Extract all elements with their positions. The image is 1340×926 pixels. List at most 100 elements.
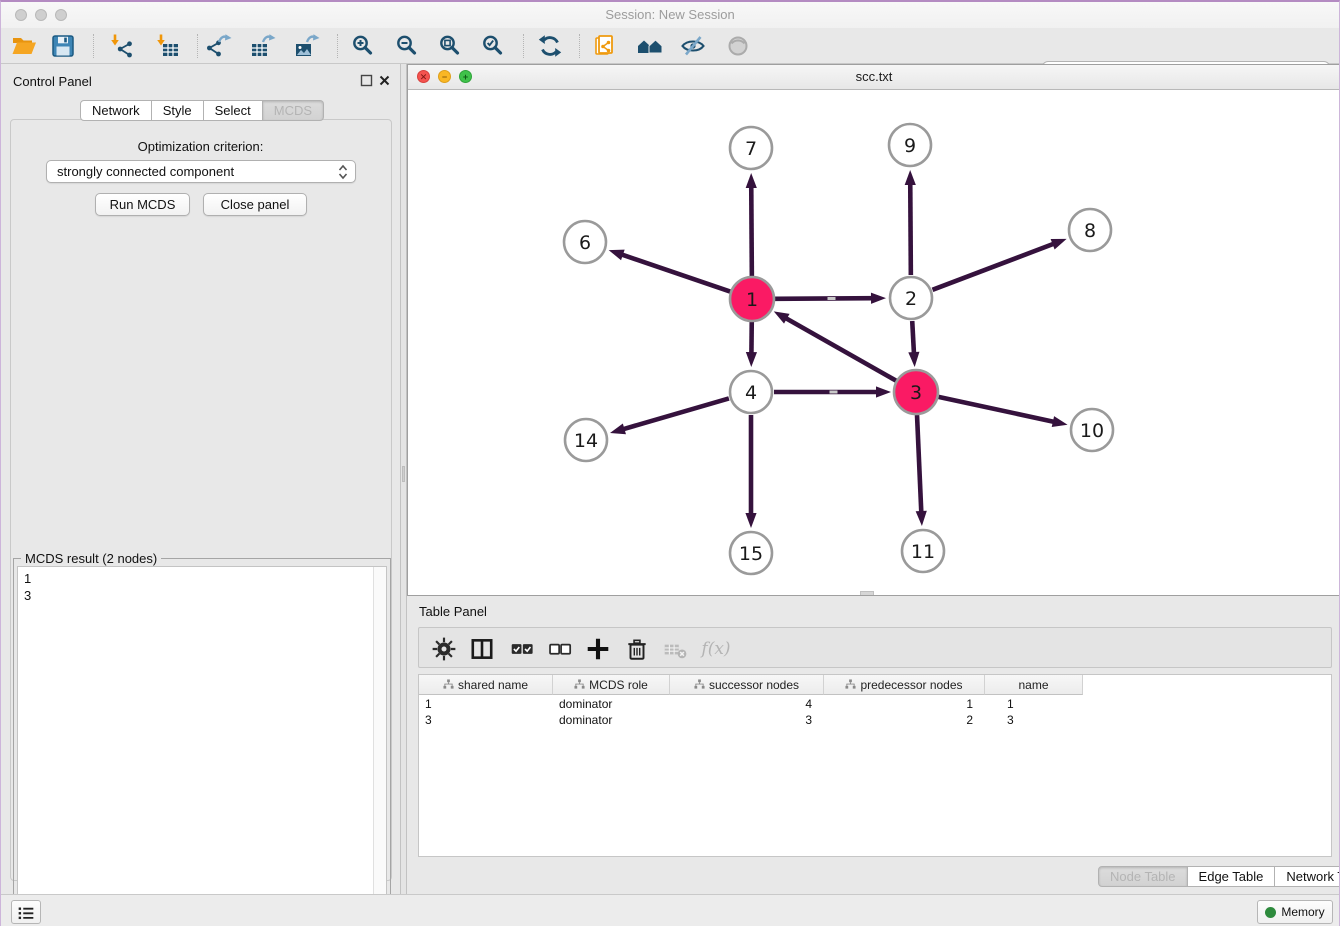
edge-arrowhead — [905, 170, 916, 185]
table-cell[interactable]: 1 — [985, 696, 1083, 712]
run-mcds-button[interactable]: Run MCDS — [95, 193, 190, 216]
node-label: 2 — [905, 288, 917, 310]
table-settings-gear-icon[interactable] — [431, 636, 457, 662]
close-panel-icon[interactable] — [378, 74, 391, 87]
edge-arrowhead — [1052, 416, 1068, 427]
graph-node-15[interactable]: 15 — [730, 532, 772, 574]
column-header-label: shared name — [458, 678, 528, 692]
network-window-titlebar[interactable]: ✕ − + scc.txt — [408, 65, 1340, 90]
graph-node-14[interactable]: 14 — [565, 419, 607, 461]
network-bottom-grip[interactable] — [860, 591, 874, 595]
graph-edge-2-9[interactable] — [905, 170, 916, 275]
table-row[interactable]: 3dominator323 — [419, 712, 1083, 728]
column-header-shared-name[interactable]: shared name — [419, 675, 553, 695]
zoom-selected-icon[interactable] — [479, 32, 507, 60]
column-type-icon — [845, 679, 856, 690]
graph-node-8[interactable]: 8 — [1069, 209, 1111, 251]
tab-network-table[interactable]: Network Table — [1275, 866, 1340, 887]
tab-network[interactable]: Network — [80, 100, 152, 121]
table-cell[interactable]: 1 — [419, 696, 553, 712]
graph-node-10[interactable]: 10 — [1071, 409, 1113, 451]
edge-arrowhead — [610, 423, 626, 434]
graph-edge-1-4[interactable] — [746, 322, 757, 367]
export-network-icon[interactable] — [205, 32, 233, 60]
table-row[interactable]: 1dominator411 — [419, 696, 1083, 712]
table-cell[interactable]: 1 — [824, 696, 985, 712]
open-session-icon[interactable] — [10, 32, 38, 60]
table-cell[interactable]: 4 — [670, 696, 824, 712]
mcds-result-node[interactable]: 1 — [18, 567, 386, 587]
table-cell[interactable]: 2 — [824, 712, 985, 728]
table-cell[interactable]: 3 — [985, 712, 1083, 728]
add-column-icon[interactable] — [585, 636, 611, 662]
float-panel-icon[interactable] — [360, 74, 373, 87]
result-scrollbar[interactable] — [373, 567, 386, 926]
hide-selected-icon[interactable] — [679, 32, 707, 60]
zoom-in-icon[interactable] — [349, 32, 377, 60]
graph-node-9[interactable]: 9 — [889, 124, 931, 166]
graph-edge-4-15[interactable] — [745, 415, 756, 528]
deselect-all-rows-icon[interactable] — [547, 636, 573, 662]
close-panel-button[interactable]: Close panel — [203, 193, 307, 216]
graph-node-6[interactable]: 6 — [564, 221, 606, 263]
graph-edge-2-8[interactable] — [933, 239, 1067, 290]
graph-node-3[interactable]: 3 — [894, 370, 938, 414]
memory-status-dot — [1265, 907, 1276, 918]
memory-button[interactable]: Memory — [1257, 900, 1333, 924]
graph-edge-1-2[interactable] — [775, 293, 886, 304]
mcds-result-node[interactable]: 3 — [18, 587, 386, 604]
table-cell[interactable]: dominator — [553, 696, 670, 712]
graph-edge-3-10[interactable] — [938, 397, 1067, 427]
splitter-grip[interactable] — [402, 466, 405, 482]
show-all-icon[interactable] — [724, 32, 752, 60]
function-builder-icon[interactable]: f(x) — [699, 636, 733, 662]
graph-edge-3-1[interactable] — [774, 311, 896, 380]
tab-edge-table[interactable]: Edge Table — [1188, 866, 1276, 887]
tab-mcds[interactable]: MCDS — [263, 100, 324, 121]
apply-layout-icon[interactable] — [536, 32, 564, 60]
first-neighbors-icon[interactable] — [636, 32, 664, 60]
graph-node-1[interactable]: 1 — [730, 277, 774, 321]
import-table-icon[interactable] — [153, 32, 181, 60]
table-cell[interactable]: 3 — [419, 712, 553, 728]
log-console-button[interactable] — [11, 900, 41, 924]
graph-edge-4-3[interactable] — [774, 386, 891, 397]
column-header-name[interactable]: name — [985, 675, 1083, 695]
criterion-value: strongly connected component — [57, 164, 234, 179]
graph-node-11[interactable]: 11 — [902, 530, 944, 572]
graph-node-4[interactable]: 4 — [730, 371, 772, 413]
criterion-dropdown[interactable]: strongly connected component — [46, 160, 356, 183]
network-canvas[interactable]: 7 9 6 8 1 2 4 3 14 10 15 11 — [408, 90, 1340, 595]
table-cell[interactable]: 3 — [670, 712, 824, 728]
list-icon — [15, 902, 37, 924]
tab-node-table[interactable]: Node Table — [1098, 866, 1188, 887]
delete-table-icon[interactable] — [662, 636, 688, 662]
graph-edge-2-3[interactable] — [908, 321, 919, 367]
panel-splitter[interactable] — [400, 64, 407, 894]
graph-edge-1-7[interactable] — [746, 173, 757, 276]
graph-edge-4-14[interactable] — [610, 398, 729, 434]
export-image-icon[interactable] — [293, 32, 321, 60]
column-header-predecessor-nodes[interactable]: predecessor nodes — [824, 675, 985, 695]
tab-select[interactable]: Select — [204, 100, 263, 121]
tab-style[interactable]: Style — [152, 100, 204, 121]
table-cell[interactable]: dominator — [553, 712, 670, 728]
zoom-fit-icon[interactable] — [436, 32, 464, 60]
import-network-icon[interactable] — [107, 32, 135, 60]
column-header-successor-nodes[interactable]: successor nodes — [670, 675, 824, 695]
mcds-result-list[interactable]: 13 — [17, 566, 387, 926]
graph-edge-1-6[interactable] — [609, 250, 731, 292]
column-visibility-icon[interactable] — [469, 636, 495, 662]
graph-node-2[interactable]: 2 — [890, 277, 932, 319]
save-session-icon[interactable] — [49, 32, 77, 60]
graph-node-7[interactable]: 7 — [730, 127, 772, 169]
zoom-out-icon[interactable] — [393, 32, 421, 60]
export-table-icon[interactable] — [249, 32, 277, 60]
node-label: 15 — [739, 543, 763, 565]
select-all-rows-icon[interactable] — [509, 636, 535, 662]
column-header-MCDS-role[interactable]: MCDS role — [553, 675, 670, 695]
delete-column-icon[interactable] — [624, 636, 650, 662]
graph-edge-3-11[interactable] — [916, 415, 927, 526]
clone-network-icon[interactable] — [591, 32, 619, 60]
node-label: 6 — [579, 232, 591, 254]
